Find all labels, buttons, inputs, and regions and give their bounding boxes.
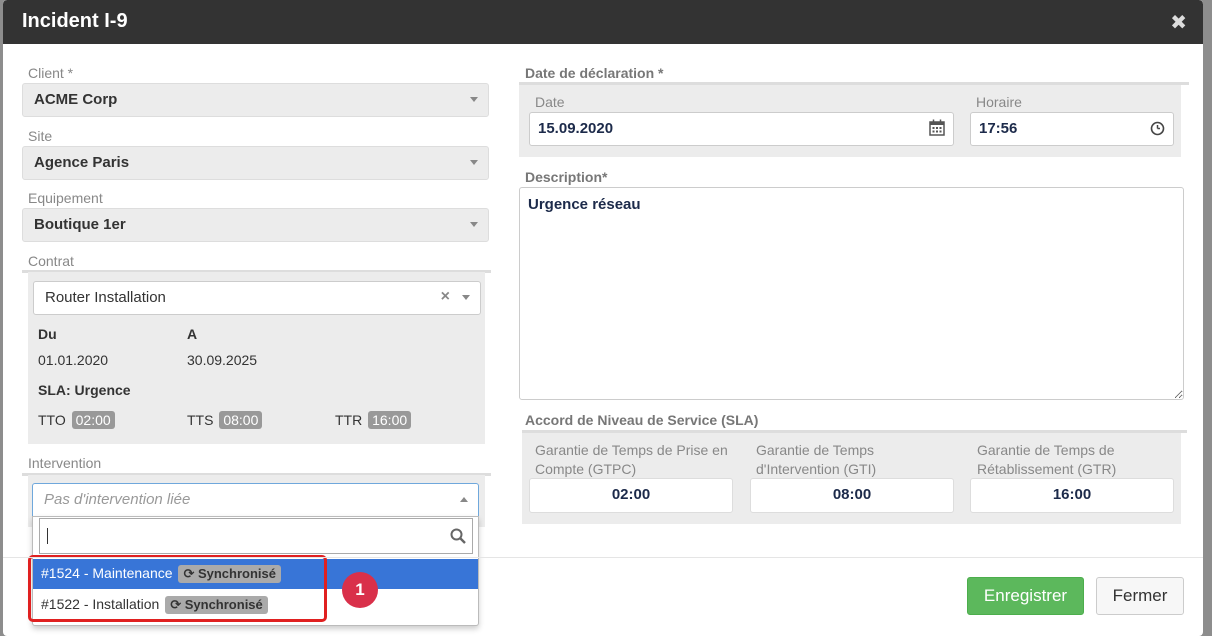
du-value: 01.01.2020	[38, 352, 109, 368]
declaration-panel: Date 15.09.2020 Horaire 17:56	[519, 85, 1181, 157]
contrat-value: Router Installation	[45, 289, 166, 306]
tto-badge: 02:00	[71, 411, 115, 429]
site-select[interactable]: Agence Paris	[22, 146, 489, 180]
gti-label: Garantie de Temps d'Intervention (GTI)	[756, 442, 877, 477]
time-input[interactable]: 17:56	[970, 112, 1174, 146]
gtpc-label: Garantie de Temps de Prise en Compte (GT…	[535, 442, 728, 477]
contrat-panel: Router Installation × Du A 01.01.2020 30…	[28, 272, 485, 444]
calendar-icon[interactable]	[929, 119, 945, 136]
chevron-down-icon	[462, 295, 470, 300]
contrat-label: Contrat	[28, 253, 74, 269]
search-box[interactable]	[39, 518, 473, 554]
description-label: Description*	[525, 169, 608, 185]
du-label: Du	[38, 326, 57, 342]
chevron-down-icon	[470, 160, 478, 165]
contrat-select[interactable]: Router Installation ×	[33, 281, 481, 315]
intervention-select[interactable]: Pas d'intervention liée	[32, 483, 479, 517]
client-select[interactable]: ACME Corp	[22, 83, 489, 117]
sla-label: Accord de Niveau de Service (SLA)	[525, 412, 759, 428]
ttr-badge: 16:00	[368, 411, 412, 429]
gti-value: 08:00	[750, 478, 954, 513]
chevron-up-icon	[460, 497, 468, 502]
a-label: A	[187, 326, 198, 342]
client-value: ACME Corp	[34, 91, 118, 108]
gtpc-value: 02:00	[529, 478, 733, 513]
client-label: Client *	[28, 65, 74, 81]
annotation-highlight-box	[28, 555, 327, 622]
tts: TTS 08:00	[187, 411, 263, 429]
sla-text: SLA: Urgence	[38, 382, 131, 398]
gtr-label: Garantie de Temps de Rétablissement (GTR…	[977, 442, 1117, 477]
tts-label: TTS	[187, 412, 214, 428]
intervention-placeholder: Pas d'intervention liée	[44, 491, 191, 508]
ttr-label: TTR	[335, 412, 363, 428]
close-icon[interactable]: ✖	[1170, 10, 1187, 35]
equipement-value: Boutique 1er	[34, 216, 126, 233]
equipement-select[interactable]: Boutique 1er	[22, 208, 489, 242]
tts-badge: 08:00	[219, 411, 263, 429]
save-button[interactable]: Enregistrer	[967, 577, 1084, 615]
sla-panel: Garantie de Temps de Prise en Compte (GT…	[522, 433, 1181, 524]
search-icon	[450, 528, 466, 544]
site-label: Site	[28, 128, 53, 144]
time-label: Horaire	[976, 94, 1022, 110]
equipement-label: Equipement	[28, 190, 103, 206]
a-value: 30.09.2025	[187, 352, 258, 368]
gtr-value: 16:00	[970, 478, 1174, 513]
tto: TTO 02:00	[38, 411, 115, 429]
footer-divider	[3, 557, 1203, 558]
chevron-down-icon	[470, 97, 478, 102]
intervention-label: Intervention	[28, 455, 102, 471]
ttr: TTR 16:00	[335, 411, 412, 429]
description-textarea[interactable]: Urgence réseau	[519, 187, 1184, 400]
site-value: Agence Paris	[34, 154, 130, 171]
clock-icon[interactable]	[1150, 121, 1165, 136]
close-button[interactable]: Fermer	[1096, 577, 1184, 615]
annotation-number-badge: 1	[342, 572, 378, 608]
modal-header: Incident I-9 ✖	[3, 0, 1203, 44]
incident-modal: Incident I-9 ✖ Client * ACME Corp Site A…	[3, 0, 1203, 636]
text-cursor	[47, 528, 48, 544]
clear-icon[interactable]: ×	[441, 288, 450, 306]
date-value: 15.09.2020	[538, 120, 614, 137]
tto-label: TTO	[38, 412, 66, 428]
time-value: 17:56	[979, 120, 1018, 137]
date-input[interactable]: 15.09.2020	[529, 112, 954, 146]
date-label: Date	[535, 94, 565, 110]
declaration-label: Date de déclaration *	[525, 65, 664, 81]
modal-title: Incident I-9	[22, 10, 128, 32]
chevron-down-icon	[470, 222, 478, 227]
